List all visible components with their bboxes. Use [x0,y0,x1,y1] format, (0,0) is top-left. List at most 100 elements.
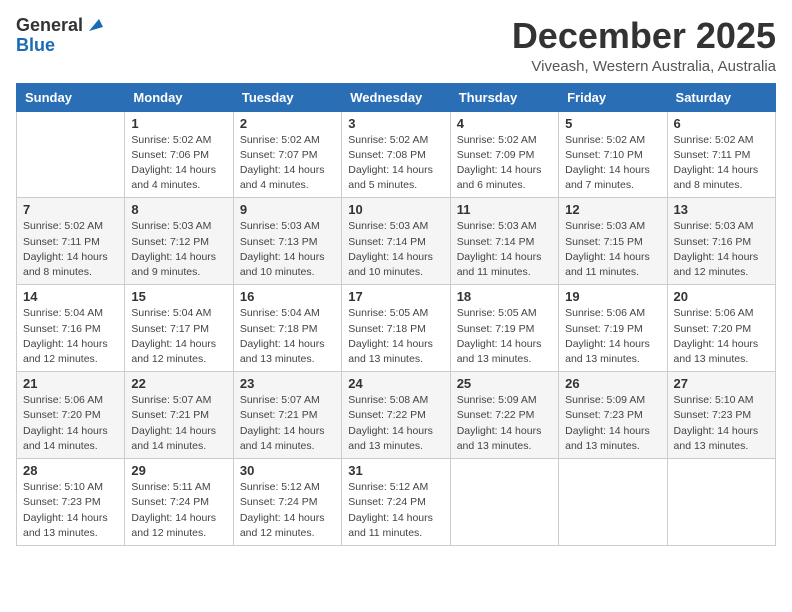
calendar-cell: 4 Sunrise: 5:02 AMSunset: 7:09 PMDaylight… [450,111,558,198]
day-info: Sunrise: 5:05 AMSunset: 7:19 PMDaylight:… [457,306,552,367]
calendar-cell: 30Sunrise: 5:12 AMSunset: 7:24 PMDayligh… [233,459,341,546]
col-monday: Monday [125,83,233,111]
day-info: Sunrise: 5:07 AMSunset: 7:21 PMDaylight:… [240,393,335,454]
calendar-cell: 31 Sunrise: 5:12 AMSunset: 7:24 PMDayligh… [342,459,450,546]
calendar-cell: 27 Sunrise: 5:10 AMSunset: 7:23 PMDayligh… [667,372,775,459]
day-number: 12 [565,202,660,217]
calendar-cell: 6 Sunrise: 5:02 AMSunset: 7:11 PMDaylight… [667,111,775,198]
day-info: Sunrise: 5:09 AMSunset: 7:22 PMDaylight:… [457,393,552,454]
calendar-cell: 2 Sunrise: 5:02 AMSunset: 7:07 PMDaylight… [233,111,341,198]
day-info: Sunrise: 5:03 AMSunset: 7:14 PMDaylight:… [348,219,443,280]
day-info: Sunrise: 5:02 AMSunset: 7:09 PMDaylight:… [457,133,552,194]
day-number: 7 [23,202,118,217]
day-number: 20 [674,289,769,304]
calendar-cell [450,459,558,546]
calendar-cell: 18 Sunrise: 5:05 AMSunset: 7:19 PMDayligh… [450,285,558,372]
calendar-week-row: 21 Sunrise: 5:06 AMSunset: 7:20 PMDayligh… [17,372,776,459]
calendar-week-row: 1 Sunrise: 5:02 AMSunset: 7:06 PMDaylight… [17,111,776,198]
day-number: 19 [565,289,660,304]
day-info: Sunrise: 5:02 AMSunset: 7:07 PMDaylight:… [240,133,335,194]
page-container: General Blue December 2025 Viveash, West… [16,16,776,546]
calendar-cell: 7 Sunrise: 5:02 AMSunset: 7:11 PMDaylight… [17,198,125,285]
day-info: Sunrise: 5:10 AMSunset: 7:23 PMDaylight:… [674,393,769,454]
day-number: 4 [457,116,552,131]
calendar-cell [17,111,125,198]
calendar-cell: 19 Sunrise: 5:06 AMSunset: 7:19 PMDayligh… [559,285,667,372]
calendar-cell: 5Sunrise: 5:02 AMSunset: 7:10 PMDaylight… [559,111,667,198]
day-info: Sunrise: 5:02 AMSunset: 7:08 PMDaylight:… [348,133,443,194]
day-info: Sunrise: 5:06 AMSunset: 7:19 PMDaylight:… [565,306,660,367]
calendar-cell: 14 Sunrise: 5:04 AMSunset: 7:16 PMDayligh… [17,285,125,372]
calendar-cell: 15Sunrise: 5:04 AMSunset: 7:17 PMDayligh… [125,285,233,372]
day-number: 21 [23,376,118,391]
day-info: Sunrise: 5:04 AMSunset: 7:18 PMDaylight:… [240,306,335,367]
logo: General Blue [16,16,103,56]
day-info: Sunrise: 5:11 AMSunset: 7:24 PMDaylight:… [131,480,226,541]
day-number: 8 [131,202,226,217]
calendar-cell: 12 Sunrise: 5:03 AMSunset: 7:15 PMDayligh… [559,198,667,285]
calendar-week-row: 7 Sunrise: 5:02 AMSunset: 7:11 PMDaylight… [17,198,776,285]
day-info: Sunrise: 5:04 AMSunset: 7:16 PMDaylight:… [23,306,118,367]
calendar-cell: 26Sunrise: 5:09 AMSunset: 7:23 PMDayligh… [559,372,667,459]
day-info: Sunrise: 5:03 AMSunset: 7:12 PMDaylight:… [131,219,226,280]
calendar-cell: 29 Sunrise: 5:11 AMSunset: 7:24 PMDayligh… [125,459,233,546]
calendar-cell: 10 Sunrise: 5:03 AMSunset: 7:14 PMDayligh… [342,198,450,285]
calendar-cell: 3 Sunrise: 5:02 AMSunset: 7:08 PMDaylight… [342,111,450,198]
day-number: 16 [240,289,335,304]
col-friday: Friday [559,83,667,111]
day-info: Sunrise: 5:03 AMSunset: 7:15 PMDaylight:… [565,219,660,280]
calendar-cell: 11Sunrise: 5:03 AMSunset: 7:14 PMDayligh… [450,198,558,285]
day-number: 27 [674,376,769,391]
day-number: 25 [457,376,552,391]
day-info: Sunrise: 5:06 AMSunset: 7:20 PMDaylight:… [23,393,118,454]
calendar-cell: 13 Sunrise: 5:03 AMSunset: 7:16 PMDayligh… [667,198,775,285]
calendar-cell: 16 Sunrise: 5:04 AMSunset: 7:18 PMDayligh… [233,285,341,372]
day-info: Sunrise: 5:05 AMSunset: 7:18 PMDaylight:… [348,306,443,367]
location-title: Viveash, Western Australia, Australia [512,58,776,75]
header: General Blue December 2025 Viveash, West… [16,16,776,75]
day-info: Sunrise: 5:02 AMSunset: 7:06 PMDaylight:… [131,133,226,194]
calendar-cell: 25 Sunrise: 5:09 AMSunset: 7:22 PMDayligh… [450,372,558,459]
day-info: Sunrise: 5:12 AMSunset: 7:24 PMDaylight:… [348,480,443,541]
day-info: Sunrise: 5:02 AMSunset: 7:11 PMDaylight:… [23,219,118,280]
col-sunday: Sunday [17,83,125,111]
calendar-cell: 8 Sunrise: 5:03 AMSunset: 7:12 PMDaylight… [125,198,233,285]
calendar-table: Sunday Monday Tuesday Wednesday Thursday… [16,83,776,546]
day-number: 5 [565,116,660,131]
day-number: 23 [240,376,335,391]
logo-blue-text: Blue [16,36,55,56]
day-number: 13 [674,202,769,217]
day-info: Sunrise: 5:03 AMSunset: 7:16 PMDaylight:… [674,219,769,280]
calendar-cell: 9Sunrise: 5:03 AMSunset: 7:13 PMDaylight… [233,198,341,285]
day-number: 11 [457,202,552,217]
day-info: Sunrise: 5:08 AMSunset: 7:22 PMDaylight:… [348,393,443,454]
day-number: 30 [240,463,335,478]
logo-arrow-icon [85,17,103,35]
calendar-cell: 23 Sunrise: 5:07 AMSunset: 7:21 PMDayligh… [233,372,341,459]
day-number: 31 [348,463,443,478]
col-thursday: Thursday [450,83,558,111]
day-number: 9 [240,202,335,217]
day-number: 18 [457,289,552,304]
day-number: 22 [131,376,226,391]
day-info: Sunrise: 5:02 AMSunset: 7:11 PMDaylight:… [674,133,769,194]
col-tuesday: Tuesday [233,83,341,111]
day-number: 1 [131,116,226,131]
day-number: 6 [674,116,769,131]
day-number: 28 [23,463,118,478]
day-info: Sunrise: 5:09 AMSunset: 7:23 PMDaylight:… [565,393,660,454]
calendar-cell: 22Sunrise: 5:07 AMSunset: 7:21 PMDayligh… [125,372,233,459]
month-title: December 2025 [512,16,776,56]
day-info: Sunrise: 5:06 AMSunset: 7:20 PMDaylight:… [674,306,769,367]
day-number: 29 [131,463,226,478]
day-number: 10 [348,202,443,217]
day-number: 14 [23,289,118,304]
calendar-week-row: 28 Sunrise: 5:10 AMSunset: 7:23 PMDayligh… [17,459,776,546]
day-info: Sunrise: 5:10 AMSunset: 7:23 PMDaylight:… [23,480,118,541]
calendar-cell: 28 Sunrise: 5:10 AMSunset: 7:23 PMDayligh… [17,459,125,546]
title-section: December 2025 Viveash, Western Australia… [512,16,776,75]
day-number: 15 [131,289,226,304]
calendar-cell: 21 Sunrise: 5:06 AMSunset: 7:20 PMDayligh… [17,372,125,459]
day-number: 3 [348,116,443,131]
day-number: 2 [240,116,335,131]
